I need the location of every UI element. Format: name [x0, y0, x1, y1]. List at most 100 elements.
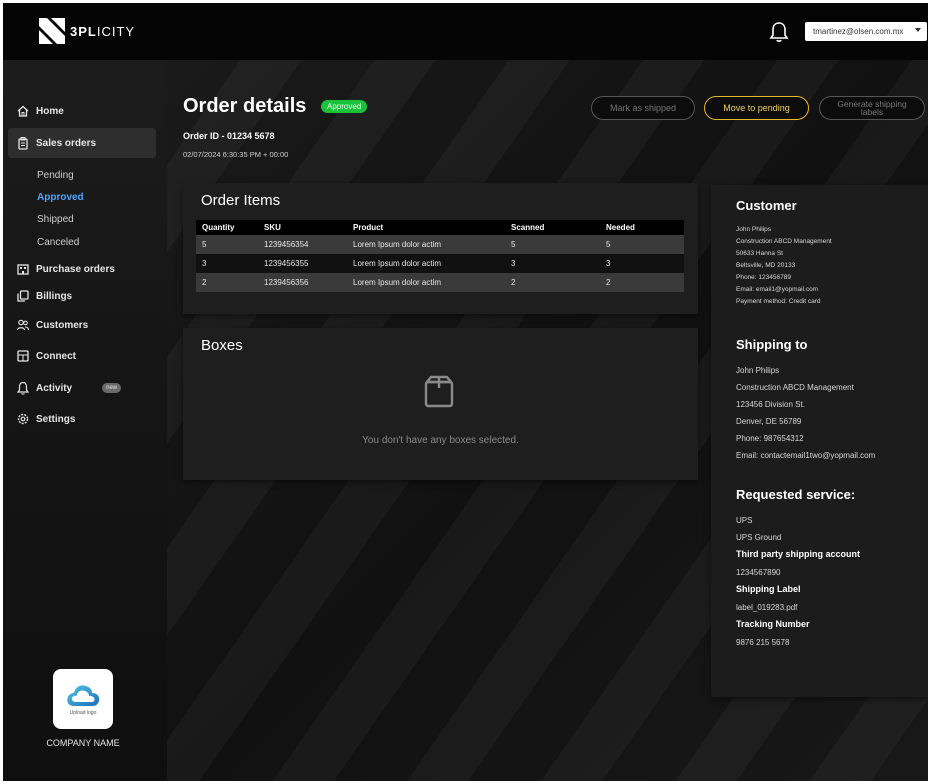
cell-product: Lorem Ipsum dolor actim — [347, 235, 505, 254]
cell-sku: 1239456356 — [258, 273, 347, 292]
column-header-scanned[interactable]: Scanned — [505, 220, 600, 235]
brand-name: 3PLICITY — [70, 23, 136, 39]
clipboard-icon — [18, 137, 28, 150]
top-bar: 3PLICITY tmartinez@olsen.com.mx — [3, 3, 928, 60]
service-carrier: UPS — [736, 516, 753, 525]
order-id: Order ID - 01234 5678 — [183, 131, 275, 141]
table-row[interactable]: 3 1239456355 Lorem Ipsum dolor actim 3 3 — [196, 254, 684, 273]
cell-quantity: 5 — [196, 235, 258, 254]
sidebar-item-settings[interactable]: Settings — [8, 404, 156, 434]
sidebar-item-activity[interactable]: Activity new — [8, 373, 156, 403]
building-icon — [17, 264, 29, 275]
connect-icon — [17, 350, 29, 362]
cell-product: Lorem Ipsum dolor actim — [347, 273, 505, 292]
sidebar-subitem-shipped[interactable]: Shipped — [37, 214, 74, 225]
users-icon — [16, 319, 30, 331]
cell-scanned: 2 — [505, 273, 600, 292]
mark-as-shipped-button[interactable]: Mark as shipped — [591, 96, 695, 120]
table-row[interactable]: 2 1239456356 Lorem Ipsum dolor actim 2 2 — [196, 273, 684, 292]
shipping-city: Denver, DE 56789 — [736, 417, 802, 426]
sidebar-item-purchase-orders[interactable]: Purchase orders — [8, 254, 156, 284]
user-email: tmartinez@olsen.com.mx — [813, 27, 904, 36]
customer-payment: Payment method: Credit card — [736, 298, 821, 305]
shipping-label-file[interactable]: label_019283.pdf — [736, 603, 797, 612]
sidebar-subitem-approved[interactable]: Approved — [37, 192, 84, 203]
company-name: COMPANY NAME — [46, 738, 120, 748]
sidebar-item-label: Purchase orders — [36, 263, 115, 275]
customer-phone: Phone: 123456789 — [736, 274, 791, 281]
shipping-title: Shipping to — [736, 337, 808, 352]
cell-needed: 3 — [600, 254, 684, 273]
empty-boxes-message: You don't have any boxes selected. — [362, 435, 519, 446]
cell-needed: 5 — [600, 235, 684, 254]
boxes-panel: Boxes You don't have any boxes selected. — [183, 328, 698, 480]
sidebar-item-label: Settings — [36, 413, 76, 425]
sidebar-subitem-canceled[interactable]: Canceled — [37, 237, 79, 248]
sidebar-subitem-pending[interactable]: Pending — [37, 170, 74, 181]
sidebar-item-connect[interactable]: Connect — [8, 341, 156, 371]
customer-email: Email: email1@yopmail.com — [736, 286, 819, 293]
cell-scanned: 5 — [505, 235, 600, 254]
order-items-table: Quantity SKU Product Scanned Needed 5 12… — [196, 220, 684, 292]
upload-logo-button[interactable]: Upload logo — [53, 669, 113, 729]
cell-scanned: 3 — [505, 254, 600, 273]
column-header-needed[interactable]: Needed — [600, 220, 684, 235]
shipping-email: Email: contactemail1two@yopmail.com — [736, 451, 876, 460]
customer-panel: Customer John Philips Construction ABCD … — [711, 185, 928, 697]
tracking-number-title: Tracking Number — [736, 619, 810, 629]
generate-shipping-labels-button[interactable]: Generate shipping labels — [819, 96, 925, 120]
cell-quantity: 3 — [196, 254, 258, 273]
service-method: UPS Ground — [736, 533, 782, 542]
button-label: Generate shipping labels — [837, 98, 907, 117]
status-badge: Approved — [321, 100, 368, 113]
box-icon — [424, 375, 454, 408]
sidebar: Home Sales orders Pending Approved Shipp… — [3, 60, 167, 781]
sidebar-item-label: Connect — [36, 350, 76, 362]
customer-city: Beltsville, MD 20133 — [736, 262, 796, 269]
cell-sku: 1239456355 — [258, 254, 347, 273]
order-items-panel: Order Items Quantity SKU Product Scanned… — [183, 183, 698, 314]
sidebar-item-sales-orders[interactable]: Sales orders — [8, 128, 156, 158]
sidebar-item-label: Customers — [36, 319, 89, 331]
upload-caption: Upload logo — [69, 710, 97, 716]
column-header-quantity[interactable]: Quantity — [196, 220, 258, 235]
new-badge: new — [102, 383, 122, 393]
page-title: Order details — [183, 95, 307, 117]
sidebar-item-billings[interactable]: Billings — [8, 281, 156, 311]
shipping-name: John Philips — [736, 366, 780, 375]
sidebar-item-home[interactable]: Home — [8, 96, 156, 126]
notifications-bell-icon[interactable] — [769, 21, 789, 43]
user-account-select[interactable]: tmartinez@olsen.com.mx — [805, 22, 927, 41]
shipping-company: Construction ABCD Management — [736, 383, 854, 392]
customer-company: Construction ABCD Management — [736, 238, 832, 245]
column-header-sku[interactable]: SKU — [258, 220, 347, 235]
cell-product: Lorem Ipsum dolor actim — [347, 254, 505, 273]
cell-sku: 1239456354 — [258, 235, 347, 254]
requested-service-title: Requested service: — [736, 487, 856, 502]
sidebar-item-label: Sales orders — [36, 137, 97, 149]
cell-quantity: 2 — [196, 273, 258, 292]
sidebar-item-customers[interactable]: Customers — [8, 310, 156, 340]
shipping-label-title: Shipping Label — [736, 584, 801, 594]
bell-icon — [16, 381, 30, 395]
boxes-title: Boxes — [201, 337, 243, 354]
third-party-account-label: Third party shipping account — [736, 549, 861, 559]
copy-icon — [17, 290, 29, 302]
table-row[interactable]: 5 1239456354 Lorem Ipsum dolor actim 5 5 — [196, 235, 684, 254]
main-content: Order details Approved Order ID - 01234 … — [167, 60, 928, 781]
sidebar-item-label: Billings — [36, 290, 73, 302]
sidebar-item-label: Activity — [36, 382, 73, 394]
table-header-row: Quantity SKU Product Scanned Needed — [196, 220, 684, 235]
cloud-upload-icon — [67, 685, 100, 706]
move-to-pending-button[interactable]: Move to pending — [704, 96, 809, 120]
app-frame: 3PLICITY tmartinez@olsen.com.mx Home Sal… — [3, 3, 928, 781]
shipping-address: 123456 Division St. — [736, 400, 805, 409]
column-header-product[interactable]: Product — [347, 220, 505, 235]
chevron-down-icon — [915, 28, 921, 32]
gear-icon — [17, 413, 29, 425]
sidebar-item-label: Home — [36, 105, 64, 117]
third-party-account-value: 1234567890 — [736, 568, 781, 577]
brand-mark-icon — [39, 18, 65, 44]
brand-logo[interactable]: 3PLICITY — [39, 18, 135, 44]
order-items-title: Order Items — [201, 192, 281, 209]
